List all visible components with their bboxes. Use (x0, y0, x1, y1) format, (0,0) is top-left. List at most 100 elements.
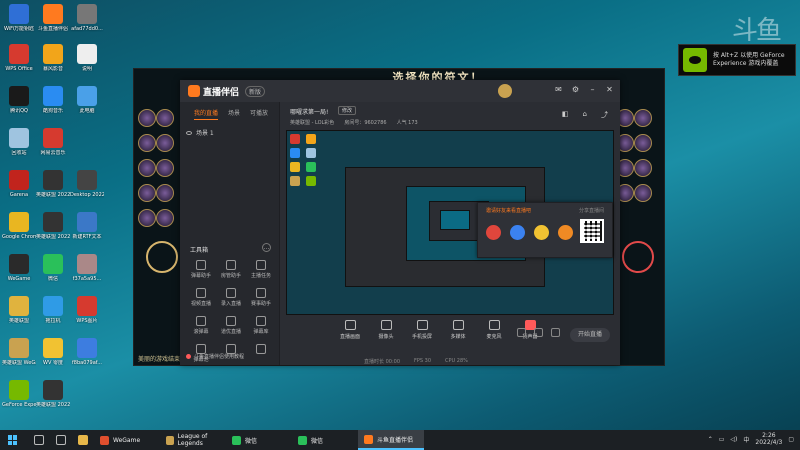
toolbox-item[interactable]: 房管助手 (216, 260, 246, 279)
input-language[interactable]: 中 (743, 435, 749, 444)
record-icon[interactable] (534, 328, 543, 337)
toolbox-item[interactable]: 弹幕库 (246, 316, 276, 335)
desktop-shortcut[interactable]: 说明 (70, 44, 104, 72)
champion-portrait[interactable] (156, 184, 174, 202)
desktop-shortcut[interactable]: 拖拉机 (36, 296, 70, 324)
desktop-shortcut[interactable]: Garena (2, 170, 36, 198)
enemy-spell-ring[interactable] (622, 241, 654, 273)
desktop-shortcut[interactable]: 英雄联盟 WeGame版 (2, 338, 36, 366)
message-icon[interactable]: ✉ (554, 85, 563, 94)
source-control[interactable]: 摄像头 (376, 318, 396, 340)
champion-portrait[interactable] (138, 184, 156, 202)
champion-portrait[interactable] (634, 159, 652, 177)
desktop-shortcut[interactable]: 腾讯QQ (2, 86, 36, 114)
qq-icon[interactable] (510, 225, 525, 240)
home-icon[interactable]: ⌂ (583, 110, 587, 120)
desktop-shortcut[interactable]: 此电脑 (70, 86, 104, 114)
version-badge[interactable]: 新版 (245, 85, 266, 97)
toolbox-item[interactable]: 道优直播 (216, 316, 246, 335)
toolbox-item[interactable]: 主播任务 (246, 260, 276, 279)
scene-row[interactable]: 场景 1 (186, 128, 279, 137)
qzone-icon[interactable] (534, 225, 549, 240)
champion-portrait[interactable] (156, 134, 174, 152)
desktop-shortcut[interactable]: 斗鱼直播伴侣 (36, 4, 70, 32)
desktop-shortcut[interactable]: 新建RTF文本 (70, 212, 104, 240)
close-icon[interactable]: ✕ (605, 85, 614, 94)
desktop-shortcut[interactable]: 暴风影音 (36, 44, 70, 72)
desktop-shortcut[interactable]: WeGame (2, 254, 36, 282)
toolbox-item[interactable]: 弹幕助手 (186, 260, 216, 279)
settings-icon[interactable]: ⚙ (571, 85, 580, 94)
champion-portrait[interactable] (138, 134, 156, 152)
config-icon[interactable] (551, 328, 560, 337)
champion-portrait[interactable] (156, 209, 174, 227)
layout-icon[interactable] (517, 328, 526, 337)
desktop-shortcut[interactable]: afad77dd0... (70, 4, 104, 32)
desktop-shortcut[interactable]: 回收站 (2, 128, 36, 156)
link-icon[interactable] (558, 225, 573, 240)
champion-portrait[interactable] (156, 109, 174, 127)
champion-portrait[interactable] (634, 134, 652, 152)
source-control[interactable]: 手机投屏 (412, 318, 432, 340)
task-view-icon[interactable] (56, 435, 66, 445)
toolbox-item[interactable]: 滚弹幕 (186, 316, 216, 335)
source-control[interactable]: 直播画面 (340, 318, 360, 340)
weibo-icon[interactable] (486, 225, 501, 240)
desktop-shortcut[interactable]: f8ba079af... (70, 338, 104, 366)
search-icon[interactable] (34, 435, 44, 445)
desktop-shortcut[interactable]: WiFi万能钥匙 (2, 4, 36, 32)
notification-icon[interactable]: ▢ (788, 436, 794, 443)
desktop-shortcut[interactable]: 英雄联盟 2022.09.2... (36, 380, 70, 408)
taskbar-app[interactable]: 斗鱼直播伴侣 (358, 430, 424, 450)
taskbar-app[interactable]: League of Legends (160, 430, 226, 450)
douyu-companion-window[interactable]: 直播伴侣 新版 ✉ ⚙ – ✕ 我的直播 场景 可播放 场景 1 工具箱 … 弹… (180, 80, 620, 365)
champion-portrait[interactable] (138, 159, 156, 177)
network-icon[interactable]: ▭ (719, 436, 725, 443)
desktop-shortcut[interactable]: 网易云音乐 (36, 128, 70, 156)
toolbox-item[interactable] (246, 344, 276, 363)
volume-icon[interactable]: ◁) (730, 436, 737, 443)
geforce-overlay-toast[interactable]: 按 Alt+Z 以使用 GeForce Experience 游戏内覆盖 (678, 44, 796, 76)
visibility-icon[interactable] (186, 130, 192, 135)
source-control[interactable]: 麦克风 (484, 318, 504, 340)
desktop-shortcut[interactable]: Google Chrome (2, 212, 36, 240)
tutorial-link[interactable]: 斗鱼直播伴侣使用教程 (186, 353, 244, 360)
clock[interactable]: 2:26 2022/4/3 (755, 432, 782, 446)
champion-portrait[interactable] (156, 159, 174, 177)
toolbox-item[interactable]: 赛事助手 (246, 288, 276, 307)
tab-scene[interactable]: 场景 (228, 108, 240, 120)
taskbar-app[interactable]: WeGame (94, 430, 160, 450)
champion-portrait[interactable] (138, 209, 156, 227)
edit-room-button[interactable]: 修改 (338, 106, 357, 115)
windows-start-icon[interactable] (8, 435, 18, 445)
desktop-shortcut[interactable]: f37a5a95... (70, 254, 104, 282)
minimize-icon[interactable]: – (588, 85, 597, 94)
tab-my-live[interactable]: 我的直播 (194, 108, 219, 120)
toolbox-item[interactable]: 视频直播 (186, 288, 216, 307)
desktop-shortcut[interactable]: 英雄联盟 2022.09.0... (36, 170, 70, 198)
gift-icon[interactable]: ◧ (562, 110, 569, 120)
tab-playable[interactable]: 可播放 (250, 108, 268, 120)
taskbar-app[interactable]: 微信 (292, 430, 358, 450)
champion-portrait[interactable] (138, 109, 156, 127)
desktop-shortcut[interactable]: 英雄联盟 (2, 296, 36, 324)
chevron-up-icon[interactable]: ⌃ (708, 436, 713, 443)
user-avatar[interactable] (498, 84, 512, 98)
toolbox-item[interactable]: 录入直播 (216, 288, 246, 307)
champion-portrait[interactable] (634, 109, 652, 127)
desktop-shortcut[interactable]: WPS图片 (70, 296, 104, 324)
desktop-shortcut[interactable]: WPS Office (2, 44, 36, 72)
toolbox-more-icon[interactable]: … (262, 243, 271, 252)
start-live-button[interactable]: 开始直播 (570, 328, 610, 342)
desktop-shortcut[interactable]: 酷狗音乐 (36, 86, 70, 114)
desktop-shortcut[interactable]: 微信 (36, 254, 70, 282)
champion-portrait[interactable] (634, 184, 652, 202)
share-icon[interactable]: ⤴ (601, 110, 608, 120)
desktop-shortcut[interactable]: WV 零度 (36, 338, 70, 366)
desktop-shortcut[interactable]: 英雄联盟 2022.09.0... (36, 212, 70, 240)
source-control[interactable]: 多媒体 (448, 318, 468, 340)
file-explorer-icon[interactable] (78, 435, 88, 445)
taskbar-app[interactable]: 微信 (226, 430, 292, 450)
desktop-shortcut[interactable]: Desktop 2022.09.0 (70, 170, 104, 198)
desktop-shortcut[interactable]: GeForce Experience (2, 380, 36, 408)
